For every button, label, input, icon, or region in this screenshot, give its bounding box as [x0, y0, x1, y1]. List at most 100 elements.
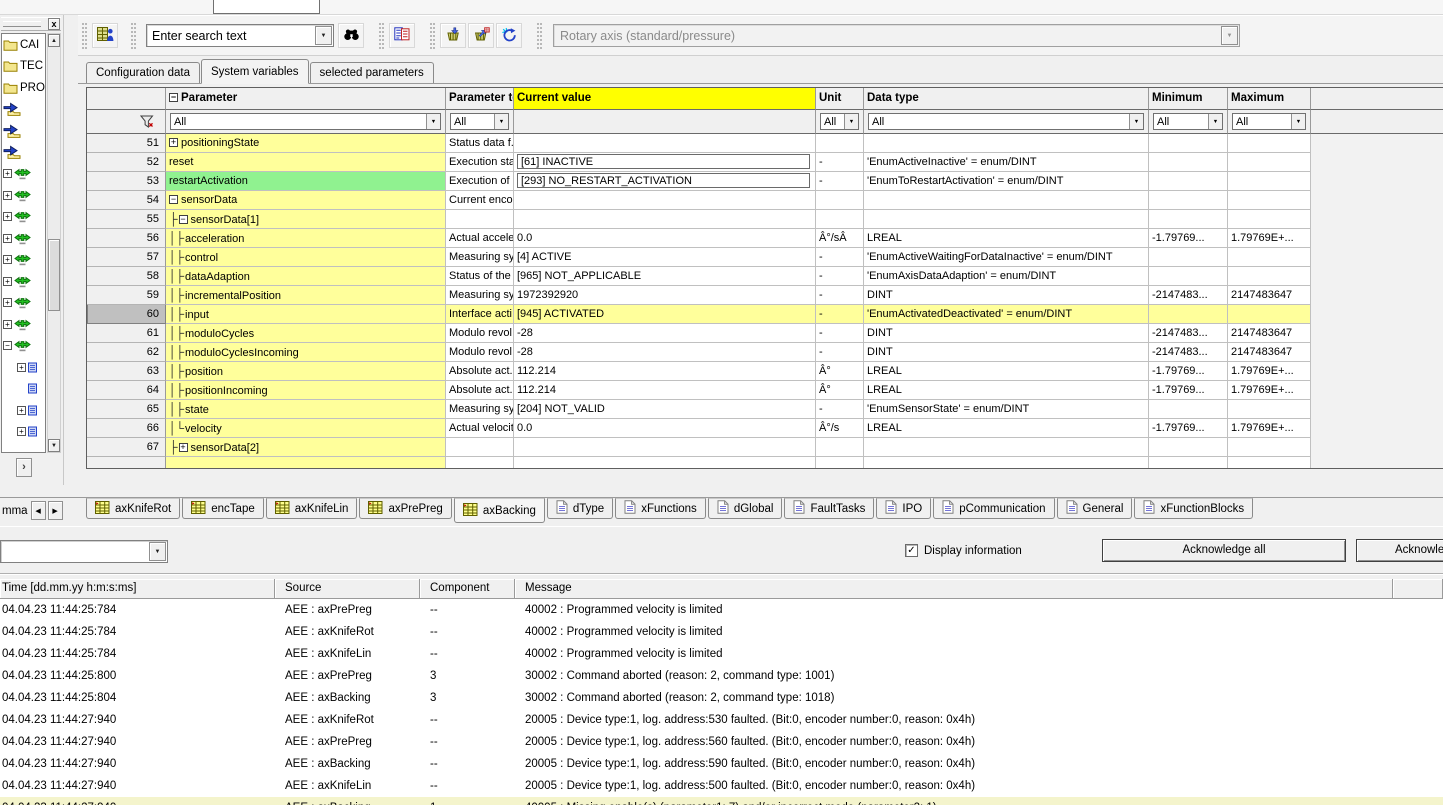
load-to-pg-button[interactable] — [440, 23, 466, 48]
param-name-cell[interactable]: +positioningState — [166, 134, 446, 153]
chevron-down-icon[interactable]: ▼ — [844, 114, 858, 129]
log-row[interactable]: 04.04.23 11:44:27:940AEE : axBacking--20… — [0, 753, 1443, 775]
param-row[interactable]: 54−sensorDataCurrent enco... — [87, 191, 1443, 210]
param-row[interactable]: 57│├controlMeasuring sy...[4] ACTIVE-'En… — [87, 248, 1443, 267]
chevron-down-icon[interactable]: ▼ — [149, 542, 166, 561]
time-column-header[interactable]: Time [dd.mm.yy h:m:s:ms] — [0, 579, 275, 599]
expand-icon[interactable]: + — [3, 169, 12, 178]
parameter-header[interactable]: −Parameter — [166, 88, 446, 110]
param-name-cell[interactable]: │├control — [166, 248, 446, 267]
param-row[interactable]: 55├−sensorData[1] — [87, 210, 1443, 229]
tree-title-bar[interactable]: x — [1, 17, 61, 31]
param-row[interactable]: 62│├moduloCyclesIncomingModulo revol...-… — [87, 343, 1443, 362]
component-column-header[interactable]: Component — [420, 579, 515, 599]
tab-selected-parameters[interactable]: selected parameters — [310, 62, 434, 83]
tree-item[interactable]: + — [2, 185, 45, 207]
param-name-cell[interactable]: │├input — [166, 305, 446, 324]
expand-icon[interactable]: + — [179, 443, 188, 452]
filter-data-type-select[interactable]: All▼ — [868, 113, 1144, 130]
tree-item[interactable] — [2, 99, 45, 121]
chevron-down-icon[interactable]: ▼ — [494, 114, 508, 129]
axis-type-select[interactable]: Rotary axis (standard/pressure) ▼ — [553, 24, 1240, 47]
acknowledge-all-button[interactable]: Acknowledge all — [1102, 539, 1346, 562]
parameter-text-header[interactable]: Parameter text — [446, 88, 514, 110]
log-row[interactable]: 04.04.23 11:44:25:784AEE : axKnifeRot--4… — [0, 621, 1443, 643]
param-row[interactable]: 59│├incrementalPositionMeasuring sy...19… — [87, 286, 1443, 305]
search-input[interactable]: Enter search text ▼ — [146, 24, 334, 47]
current-value-cell[interactable]: [293] NO_RESTART_ACTIVATION — [514, 172, 816, 191]
row-number[interactable]: 65 — [87, 400, 166, 419]
expand-icon[interactable]: + — [17, 363, 26, 372]
tree-item[interactable]: TEC — [2, 56, 45, 78]
current-value-cell[interactable] — [514, 191, 816, 210]
minimum-header[interactable]: Minimum — [1149, 88, 1228, 110]
filter-unit-select[interactable]: All▼ — [820, 113, 859, 130]
tree-item[interactable]: + — [2, 271, 45, 293]
tree-scroll-right-button[interactable]: › — [16, 458, 32, 477]
log-row[interactable]: 04.04.23 11:44:27:940AEE : axPrePreg--20… — [0, 731, 1443, 753]
expand-icon[interactable]: + — [3, 212, 12, 221]
param-name-cell[interactable] — [166, 457, 446, 469]
tree-item[interactable]: CAI — [2, 34, 45, 56]
current-value-cell[interactable]: [4] ACTIVE — [514, 248, 816, 267]
log-row[interactable]: 04.04.23 11:44:25:800AEE : axPrePreg3300… — [0, 665, 1443, 687]
bottom-tab-IPO[interactable]: IPO — [876, 498, 931, 519]
display-information-checkbox[interactable]: ✓ — [905, 544, 918, 557]
tree-item[interactable] — [2, 378, 45, 400]
expand-icon[interactable]: + — [3, 234, 12, 243]
param-row[interactable]: 61│├moduloCyclesModulo revol...-28-DINT-… — [87, 324, 1443, 343]
current-value-cell[interactable]: 112.214 — [514, 362, 816, 381]
param-name-cell[interactable]: │└velocity — [166, 419, 446, 438]
scroll-down-icon[interactable]: ▼ — [48, 439, 60, 452]
row-number[interactable]: 64 — [87, 381, 166, 400]
param-row[interactable]: 58│├dataAdaptionStatus of the ...[965] N… — [87, 267, 1443, 286]
param-name-cell[interactable]: reset — [166, 153, 446, 172]
bottom-tab-pCommunication[interactable]: pCommunication — [933, 498, 1054, 519]
log-row[interactable]: 04.04.23 11:44:27:940AEE : axBacking1400… — [0, 797, 1443, 805]
tree-item[interactable]: + — [2, 421, 45, 443]
tree-item[interactable]: + — [2, 163, 45, 185]
compare-button[interactable] — [389, 23, 415, 48]
filter-maximum-select[interactable]: All▼ — [1232, 113, 1306, 130]
row-number[interactable]: 54 — [87, 191, 166, 210]
param-name-cell[interactable]: │├acceleration — [166, 229, 446, 248]
row-number[interactable]: 57 — [87, 248, 166, 267]
tab-system-variables[interactable]: System variables — [201, 59, 309, 84]
tab-configuration-data[interactable]: Configuration data — [86, 62, 200, 83]
expand-icon[interactable]: + — [169, 138, 178, 147]
param-name-cell[interactable]: │├dataAdaption — [166, 267, 446, 286]
tab-scroll-right-icon[interactable]: ▶ — [48, 501, 63, 520]
bottom-tab-dGlobal[interactable]: dGlobal — [708, 498, 783, 519]
param-row[interactable]: 65│├stateMeasuring sy...[204] NOT_VALID-… — [87, 400, 1443, 419]
param-row[interactable]: 64│├positionIncomingAbsolute act...112.2… — [87, 381, 1443, 400]
load-to-ts-button[interactable] — [468, 23, 494, 48]
row-number[interactable]: 62 — [87, 343, 166, 362]
current-value-cell[interactable] — [514, 457, 816, 469]
maximum-header[interactable]: Maximum — [1228, 88, 1311, 110]
tree-item[interactable]: + — [2, 292, 45, 314]
tree-item[interactable]: + — [2, 314, 45, 336]
row-number[interactable]: 52 — [87, 153, 166, 172]
current-value-cell[interactable]: 0.0 — [514, 419, 816, 438]
current-value-cell[interactable]: 112.214 — [514, 381, 816, 400]
log-row[interactable]: 04.04.23 11:44:25:784AEE : axPrePreg--40… — [0, 599, 1443, 621]
current-value-cell[interactable] — [514, 210, 816, 229]
tree-vertical-scrollbar[interactable]: ▲ ▼ — [47, 33, 61, 453]
bottom-tab-dType[interactable]: dType — [547, 498, 613, 519]
source-column-header[interactable]: Source — [275, 579, 420, 599]
filter-parameter-select[interactable]: All▼ — [170, 113, 441, 130]
row-number[interactable]: 61 — [87, 324, 166, 343]
tree-item[interactable]: + — [2, 206, 45, 228]
bottom-tab-axKnifeRot[interactable]: axKnifeRot — [86, 498, 180, 519]
tree-item[interactable]: + — [2, 400, 45, 422]
param-row[interactable] — [87, 457, 1443, 469]
scroll-up-icon[interactable]: ▲ — [48, 34, 60, 47]
collapse-icon[interactable]: − — [169, 195, 178, 204]
row-number[interactable]: 60 — [87, 305, 166, 324]
scrollbar-thumb[interactable] — [48, 239, 60, 311]
row-number[interactable]: 51 — [87, 134, 166, 153]
tree-item[interactable]: + — [2, 357, 45, 379]
bottom-tab-General[interactable]: General — [1057, 498, 1133, 519]
param-name-cell[interactable]: −sensorData — [166, 191, 446, 210]
expand-icon[interactable]: + — [3, 320, 12, 329]
